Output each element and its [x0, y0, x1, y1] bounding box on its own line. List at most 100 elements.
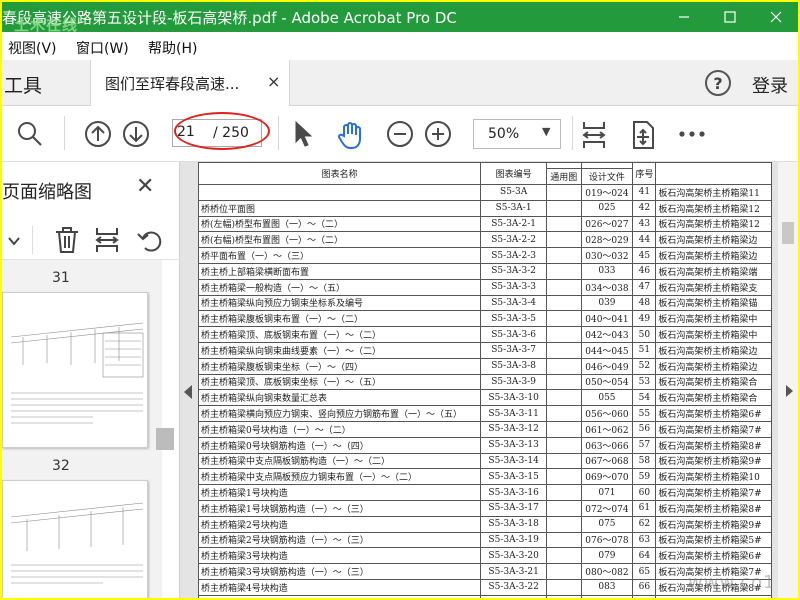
page-thumbnail[interactable]	[2, 292, 148, 448]
close-pane-icon[interactable]: ✕	[136, 174, 154, 199]
scrollbar-thumb[interactable]	[782, 222, 794, 244]
cell-no: 67	[632, 594, 657, 598]
cell-name: 桥主桥箱梁4号块钢筋构造（一）～（三）	[198, 594, 482, 598]
zoom-in-button[interactable]	[424, 120, 452, 148]
cell-name: 桥主桥箱梁3号块构造	[198, 547, 482, 565]
cell-no: 44	[632, 231, 657, 249]
cell-name: 桥主桥箱梁一般构造（一）～（五）	[198, 278, 482, 296]
cell-name: 桥主桥箱梁纵向预应力钢束坐标系及编号	[198, 294, 482, 312]
table-row: 桥主桥箱梁1号块构造 S5-3A-3-16 071 60 板石沟高架桥主桥箱梁7#	[198, 484, 772, 501]
hand-tool-button[interactable]	[336, 120, 366, 150]
table-row: 桥主桥箱梁中支点隔板钢筋构造（一）～（二） S5-3A-3-14 067～068 58…	[198, 452, 772, 470]
cell-code: S5-3A-2-3	[480, 247, 547, 264]
full-screen-button[interactable]	[630, 120, 656, 150]
search-icon	[18, 122, 42, 146]
cell-common	[546, 247, 582, 264]
cell-name2: 板石沟高架桥主桥箱梁10	[655, 468, 772, 486]
tab-close-icon[interactable]: ×	[267, 72, 280, 91]
maximize-button[interactable]	[708, 2, 752, 32]
collapse-pane-icon[interactable]	[184, 385, 192, 399]
zoom-level-select[interactable]: 50% ▼	[473, 119, 561, 149]
cell-pages: 061～062	[580, 420, 634, 438]
thumbnail-scrollbar[interactable]	[156, 428, 174, 450]
cell-no: 46	[632, 262, 657, 280]
table-row: 桥主桥箱梁0号块钢筋构造（一）～（四） S5-3A-3-13 063～066 57 板石…	[198, 436, 772, 454]
cell-name: 桥主桥箱梁0号块构造（一）～（二）	[198, 420, 482, 438]
cell-name2: 板石沟高架桥主桥箱梁边	[655, 341, 772, 359]
previous-page-button[interactable]	[84, 120, 112, 148]
toolbar-divider	[64, 116, 65, 150]
arrow-up-circle-icon	[85, 121, 111, 147]
cell-name: 桥主桥箱梁0号块钢筋构造（一）～（四）	[198, 436, 482, 454]
table-row: 桥主桥箱梁中支点隔板预应力钢束布置（一）～（二） S5-3A-3-15 069～07…	[198, 468, 772, 486]
close-window-button[interactable]	[754, 2, 798, 32]
tab-tools[interactable]: 工具	[2, 60, 90, 106]
cell-common	[546, 547, 582, 565]
thumbnail-pane: 页面缩略图 ✕ 31 32	[2, 162, 180, 598]
cell-name: 桥主桥箱梁1号块构造	[198, 484, 482, 501]
cell-pages: 030～032	[580, 247, 634, 264]
options-chevron-icon[interactable]	[8, 232, 20, 251]
more-tools-button[interactable]	[678, 120, 706, 148]
cell-name2: 板石沟高架桥主桥箱梁中	[655, 310, 772, 328]
menu-window[interactable]: 窗口(W)	[76, 38, 129, 58]
cell-name2: 板石沟高架桥主桥箱梁7#	[655, 484, 772, 501]
close-icon	[770, 11, 782, 23]
expand-right-pane-icon[interactable]	[786, 385, 793, 397]
cell-pages: 046～049	[580, 357, 634, 375]
cell-name: 桥主桥箱梁中支点隔板钢筋构造（一）～（二）	[198, 452, 482, 470]
table-row: 桥主桥箱梁纵向预应力钢束坐标系及编号 S5-3A-3-4 039 48 板石沟高架桥主桥…	[198, 294, 772, 312]
cell-code: S5-3A-3-10	[480, 389, 547, 407]
next-page-button[interactable]	[122, 120, 150, 148]
menu-view[interactable]: 视图(V)	[8, 38, 57, 58]
cell-pages: 050～054	[580, 373, 634, 391]
cell-no: 58	[632, 452, 657, 470]
cell-code: S5-3A-3-9	[480, 373, 547, 391]
cell-name2: 板石沟高架桥主桥箱梁支	[655, 278, 772, 296]
cell-pages: 083	[580, 578, 634, 596]
table-row: 桥主桥箱梁腹板钢束布置（一）～（二） S5-3A-3-5 040～041 49 板石沟高…	[198, 310, 772, 328]
minimize-button[interactable]	[662, 2, 706, 32]
page-thumbnail[interactable]	[2, 480, 148, 598]
cell-code: S5-3A-3-15	[480, 468, 547, 486]
cell-pages: 056～060	[580, 405, 634, 422]
table-row: 桥主桥箱梁3号块钢筋构造（一）～（三） S5-3A-3-21 080～082 65 板石…	[198, 563, 772, 580]
fit-page-button[interactable]	[580, 120, 608, 150]
cell-no: 41	[632, 184, 657, 201]
toolbar: / 250 50% ▼	[2, 106, 798, 162]
zoom-out-button[interactable]	[386, 120, 414, 148]
cell-no: 56	[632, 420, 657, 438]
rotate-page-icon[interactable]	[136, 226, 164, 258]
cell-common	[546, 215, 582, 233]
help-icon[interactable]: ?	[705, 70, 731, 96]
cell-name2: 板石沟高架桥主桥箱梁11	[655, 184, 772, 201]
cell-code: S5-3A-3-14	[480, 452, 547, 470]
cell-no: 64	[632, 547, 657, 565]
table-row: S5-3A 019～024 41 板石沟高架桥主桥箱梁11	[198, 184, 772, 201]
tab-document[interactable]: 图们至珲春段高速... ×	[90, 60, 290, 106]
cell-pages: 033	[580, 262, 634, 280]
cell-name: 桥主桥箱梁中支点隔板预应力钢束布置（一）～（二）	[198, 468, 482, 486]
search-button[interactable]	[16, 120, 44, 148]
extract-pages-icon[interactable]	[94, 226, 120, 258]
cell-pages: 034～038	[580, 278, 634, 296]
cell-pages: 044～045	[580, 341, 634, 359]
login-button[interactable]: 登录	[752, 72, 788, 98]
cell-code: S5-3A-3-7	[480, 341, 547, 359]
cell-common	[546, 484, 582, 501]
more-dots-icon	[679, 131, 705, 137]
cell-pages: 040～041	[580, 310, 634, 328]
cell-name: 桥平面布置（一）～（三）	[198, 247, 482, 264]
cell-common	[546, 389, 582, 407]
header-code: 图表编号	[480, 162, 547, 185]
zoom-level-value: 50%	[488, 126, 520, 142]
cell-name2: 板石沟高架桥主桥箱梁边	[655, 231, 772, 249]
chevron-down-icon: ▼	[542, 125, 551, 138]
document-scrollbar[interactable]	[778, 162, 798, 598]
delete-page-icon[interactable]	[54, 226, 80, 258]
header-design: 设计文件	[580, 168, 634, 185]
select-tool-button[interactable]	[292, 120, 316, 148]
cell-common	[546, 262, 582, 280]
menu-help[interactable]: 帮助(H)	[148, 38, 197, 58]
cell-common	[546, 515, 582, 533]
